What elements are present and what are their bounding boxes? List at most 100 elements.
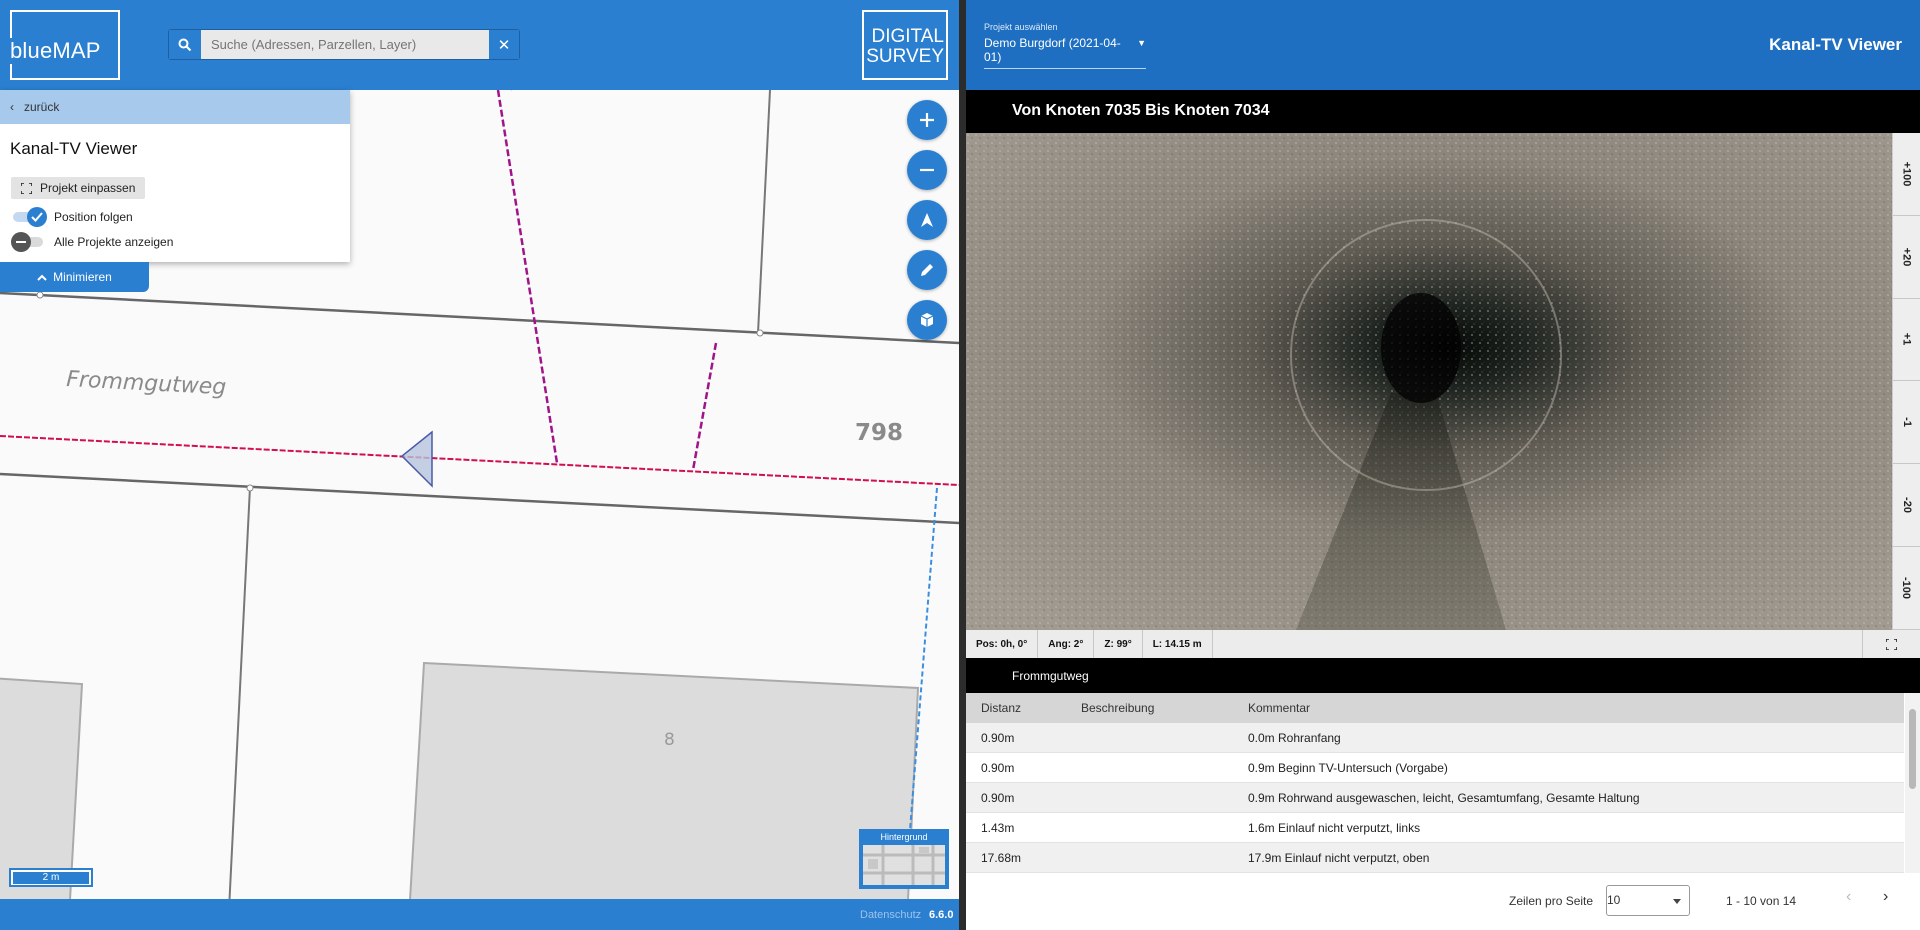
- project-select-label: Projekt auswählen: [984, 22, 1058, 32]
- follow-position-toggle[interactable]: [11, 207, 47, 227]
- table-cell: 0.9m Beginn TV-Untersuch (Vorgabe): [1248, 760, 1448, 775]
- pagination: Zeilen pro Seite 10 1 - 10 von 14 ‹ ›: [966, 880, 1920, 920]
- clear-search-button[interactable]: ✕: [489, 30, 519, 59]
- check-icon: [31, 212, 43, 222]
- col-beschreibung[interactable]: Beschreibung: [1081, 701, 1248, 715]
- table-scrollbar[interactable]: [1905, 693, 1920, 873]
- zoom-step-label: +100: [1900, 161, 1913, 187]
- viewer-header: Projekt auswählen Demo Burgdorf (2021-04…: [966, 0, 1920, 90]
- previous-page-button[interactable]: ‹: [1846, 888, 1851, 906]
- table-row[interactable]: 0.90m 0.9m Beginn TV-Untersuch (Vorgabe): [966, 753, 1904, 783]
- zoom-step-button[interactable]: -1: [1893, 381, 1920, 465]
- all-projects-toggle-row: Alle Projekte anzeigen: [11, 232, 173, 252]
- map-header: blueMAP ✕ DIGITAL SURVEY: [0, 0, 959, 90]
- project-select[interactable]: Demo Burgdorf (2021-04-01) ▼: [984, 36, 1146, 69]
- status-z: Z: 99°: [1094, 630, 1143, 658]
- zoom-step-label: -1: [1900, 417, 1913, 428]
- table-row[interactable]: 17.68m 17.9m Einlauf nicht verputzt, oben: [966, 843, 1904, 873]
- privacy-link[interactable]: Datenschutz: [860, 909, 921, 921]
- locate-button[interactable]: [907, 200, 947, 240]
- table-row[interactable]: 0.90m 0.0m Rohranfang: [966, 723, 1904, 753]
- table-row[interactable]: 0.90m 0.9m Rohrwand ausgewaschen, leicht,…: [966, 783, 1904, 813]
- zoom-step-label: -100: [1900, 576, 1913, 599]
- navigation-arrow-icon: [921, 213, 933, 227]
- fullscreen-button[interactable]: [1862, 630, 1920, 658]
- search-input[interactable]: [203, 30, 483, 59]
- scale-bar: 2 m: [9, 868, 93, 887]
- dropdown-arrow-icon: [1673, 899, 1681, 904]
- chevron-left-icon: ‹: [10, 100, 14, 114]
- col-kommentar[interactable]: Kommentar: [1248, 701, 1904, 715]
- kanal-tv-viewer: Projekt auswählen Demo Burgdorf (2021-04…: [966, 0, 1920, 930]
- table-cell: 0.9m Rohrwand ausgewaschen, leicht, Gesa…: [1248, 790, 1640, 805]
- zoom-steps: +100 +20 +1 -1 -20 -100: [1892, 133, 1920, 630]
- kanal-tv-panel: ‹ zurück Kanal-TV Viewer Projekt einpass…: [0, 90, 350, 262]
- table-row[interactable]: 1.43m 1.6m Einlauf nicht verputzt, links: [966, 813, 1904, 843]
- zoom-step-button[interactable]: -20: [1893, 464, 1920, 547]
- map-view[interactable]: Frommgutweg 798 8 blueMAP ✕ DIGITAL SURV…: [0, 0, 959, 930]
- status-pos: Pos: 0h, 0°: [966, 630, 1039, 658]
- minimize-button[interactable]: Minimieren: [0, 262, 149, 292]
- dropdown-arrow-icon: ▼: [1137, 38, 1146, 48]
- building-number: 8: [664, 730, 675, 750]
- table-body: 0.90m 0.0m Rohranfang 0.90m 0.9m Beginn TV-…: [966, 723, 1904, 873]
- digital-survey-logo: DIGITAL SURVEY: [862, 10, 948, 80]
- street-name: Frommgutweg: [966, 658, 1920, 693]
- search-icon: [178, 38, 192, 51]
- back-link[interactable]: ‹ zurück: [0, 90, 350, 124]
- zoom-step-button[interactable]: +100: [1893, 133, 1920, 216]
- status-ang: Ang: 2°: [1038, 630, 1095, 658]
- app: Frommgutweg 798 8 blueMAP ✕ DIGITAL SURV…: [0, 0, 1920, 930]
- background-switcher[interactable]: Hintergrund: [859, 829, 949, 889]
- bluemap-logo[interactable]: blueMAP: [10, 10, 120, 80]
- table-cell: 0.90m: [981, 760, 1015, 775]
- pipe-video[interactable]: [966, 133, 1892, 630]
- observation-table: Distanz Beschreibung Kommentar 0.90m 0.0m…: [966, 693, 1904, 873]
- zoom-out-button[interactable]: [907, 150, 947, 190]
- zoom-in-button[interactable]: [907, 100, 947, 140]
- status-bar: Pos: 0h, 0° Ang: 2° Z: 99° L: 14.15 m: [966, 630, 1920, 658]
- 3d-view-button[interactable]: [907, 300, 947, 340]
- chevron-up-icon: [37, 274, 47, 281]
- follow-position-toggle-row: Position folgen: [11, 207, 133, 227]
- page-range: 1 - 10 von 14: [1726, 894, 1797, 908]
- search-bar: ✕: [168, 29, 520, 60]
- section-title: Von Knoten 7035 Bis Knoten 7034: [966, 90, 1920, 133]
- minus-icon: [16, 241, 26, 243]
- close-icon: ✕: [497, 36, 511, 54]
- zoom-step-label: +1: [1900, 333, 1913, 346]
- zoom-step-button[interactable]: +1: [1893, 299, 1920, 382]
- draw-button[interactable]: [907, 250, 947, 290]
- fullscreen-icon: [1886, 638, 1897, 650]
- rows-per-page-label: Zeilen pro Seite: [1509, 894, 1594, 908]
- next-page-button[interactable]: ›: [1883, 888, 1888, 906]
- table-cell: 17.9m Einlauf nicht verputzt, oben: [1248, 850, 1430, 865]
- street-label: Frommgutweg: [66, 367, 227, 400]
- version-label: 6.6.0: [929, 909, 954, 921]
- table-header: Distanz Beschreibung Kommentar: [966, 693, 1904, 723]
- fit-project-button[interactable]: Projekt einpassen: [11, 177, 146, 199]
- zoom-step-button[interactable]: +20: [1893, 216, 1920, 299]
- zoom-step-label: +20: [1900, 247, 1913, 267]
- minus-icon: [920, 168, 934, 172]
- background-thumbnail: [863, 845, 945, 885]
- table-cell: 1.6m Einlauf nicht verputzt, links: [1248, 820, 1421, 835]
- search-button[interactable]: [169, 30, 201, 59]
- pencil-icon: [921, 264, 933, 276]
- parcel-number: 798: [855, 420, 903, 446]
- all-projects-toggle[interactable]: [11, 232, 45, 252]
- cube-icon: [920, 313, 934, 327]
- split-divider[interactable]: [959, 0, 966, 930]
- map-footer: Datenschutz 6.6.0: [0, 899, 959, 930]
- table-cell: 0.90m: [981, 730, 1015, 745]
- fullscreen-icon: [21, 182, 32, 194]
- plus-icon: [920, 113, 934, 127]
- table-cell: 1.43m: [981, 820, 1015, 835]
- zoom-step-label: -20: [1900, 497, 1913, 514]
- table-cell: 0.0m Rohranfang: [1248, 730, 1341, 745]
- zoom-step-button[interactable]: -100: [1893, 547, 1920, 630]
- panel-title: Kanal-TV Viewer: [10, 139, 138, 158]
- rows-per-page-select[interactable]: 10: [1606, 885, 1690, 916]
- col-distanz[interactable]: Distanz: [966, 701, 1081, 715]
- table-cell: 17.68m: [981, 850, 1022, 865]
